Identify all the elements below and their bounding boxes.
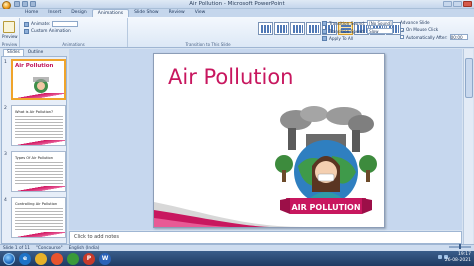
globe-illustration <box>33 77 49 93</box>
auto-after-checkbox[interactable] <box>400 35 404 39</box>
vertical-scrollbar[interactable] <box>463 49 473 244</box>
tab-review[interactable]: Review <box>164 9 190 17</box>
slide-thumbnail-2[interactable]: What is Air Pollution? <box>11 105 66 146</box>
air-pollution-illustration: AIR POLLUTION <box>275 106 377 214</box>
custom-animation-button[interactable]: Custom Animation <box>24 29 71 34</box>
preview-icon[interactable] <box>3 21 15 33</box>
window-controls <box>443 1 472 7</box>
preview-group: Preview Preview <box>0 18 20 47</box>
slide-thumbnail-3[interactable]: Types Of Air Pollution <box>11 151 66 192</box>
language[interactable]: English (India) <box>69 246 100 251</box>
slide-editor: Air Pollution AIR POLLUTION <box>69 49 462 230</box>
slide-thumbnail-1[interactable]: Air Pollution <box>11 59 66 100</box>
media-player-icon[interactable] <box>51 252 63 265</box>
animate-icon <box>24 21 29 27</box>
slide-title[interactable]: Air Pollution <box>168 65 293 89</box>
advance-slide-label: Advance Slide <box>400 20 430 25</box>
slide-thumbnail-4[interactable]: Controlling Air Pollution <box>11 197 66 238</box>
preview-button-label[interactable]: Preview <box>2 34 18 39</box>
zoom-slider[interactable] <box>449 244 471 249</box>
transition-sound-row: Transition Sound: [No Sound] <box>322 20 394 26</box>
maximize-button[interactable] <box>453 1 462 7</box>
auto-after-input[interactable]: 00:00 <box>449 34 468 40</box>
slide-count: Slide 1 of 11 <box>3 245 30 251</box>
word-icon[interactable]: W <box>99 252 111 265</box>
tab-insert[interactable]: Insert <box>43 9 66 17</box>
zoom-control[interactable] <box>449 244 471 249</box>
transition-sound-select[interactable]: [No Sound] <box>367 20 394 26</box>
ribbon: Preview Preview Animate: Custom Animatio… <box>0 17 474 48</box>
apply-to-all-button[interactable]: Apply To All <box>322 36 353 41</box>
animate-row[interactable]: Animate: <box>24 21 79 27</box>
speed-icon <box>322 28 327 34</box>
animate-select[interactable] <box>52 21 79 27</box>
network-icon[interactable] <box>438 255 442 259</box>
transition-thumb[interactable] <box>290 22 305 35</box>
tab-home[interactable]: Home <box>20 9 43 17</box>
slides-pane: 1 Air Pollution 2 What is Air Pollution?… <box>1 56 67 244</box>
banner-text: AIR POLLUTION <box>291 203 360 212</box>
tab-slides[interactable]: Slides <box>3 49 24 56</box>
transition-speed-select[interactable]: Slow <box>367 28 394 34</box>
on-mouse-click-row[interactable]: ✓ On Mouse Click <box>400 27 438 32</box>
tab-design[interactable]: Design <box>66 9 92 17</box>
minimize-button[interactable] <box>443 1 452 7</box>
pane-tabs: Slides Outline <box>1 49 67 56</box>
transition-group: Transition Sound: [No Sound] Transition … <box>128 18 468 47</box>
taskbar: e P W 19:17 26-08-2021 <box>0 251 474 266</box>
window-title: Air Pollution - Microsoft PowerPoint <box>189 1 285 7</box>
notes-placeholder: Click to add notes <box>74 234 119 240</box>
apply-all-icon <box>322 36 327 41</box>
powerpoint-icon[interactable]: P <box>83 252 95 265</box>
status-bar: Slide 1 of 11 "Concourse" English (India… <box>0 244 474 251</box>
transition-thumb[interactable] <box>274 22 289 35</box>
tab-view[interactable]: View <box>190 9 211 17</box>
start-button[interactable] <box>3 252 15 265</box>
current-slide[interactable]: Air Pollution AIR POLLUTION <box>153 53 385 228</box>
tab-slide-show[interactable]: Slide Show <box>129 9 164 17</box>
theme-name: "Concourse" <box>35 245 63 251</box>
transition-thumb[interactable] <box>306 22 321 35</box>
title-bar: Air Pollution - Microsoft PowerPoint <box>0 0 474 10</box>
sound-icon <box>322 20 327 26</box>
transition-speed-row: Transition Speed: Slow <box>322 28 394 34</box>
animations-group: Animate: Custom Animation Animations <box>20 18 128 47</box>
clock[interactable]: 19:17 26-08-2021 <box>445 252 471 264</box>
close-button[interactable] <box>463 1 472 7</box>
folder-icon[interactable] <box>35 252 47 265</box>
transition-thumb[interactable] <box>258 22 273 35</box>
tab-animations[interactable]: Animations <box>91 9 130 17</box>
ie-icon[interactable]: e <box>19 252 31 265</box>
scroll-thumb[interactable] <box>465 58 473 98</box>
on-mouse-click-checkbox[interactable]: ✓ <box>400 27 404 32</box>
custom-animation-icon <box>24 29 29 34</box>
auto-after-row[interactable]: Automatically After: 00:00 <box>400 34 468 40</box>
notes-pane[interactable]: Click to add notes <box>69 231 462 244</box>
ribbon-tabs: Home Insert Design Animations Slide Show… <box>0 9 474 17</box>
chrome-icon[interactable] <box>67 252 79 265</box>
